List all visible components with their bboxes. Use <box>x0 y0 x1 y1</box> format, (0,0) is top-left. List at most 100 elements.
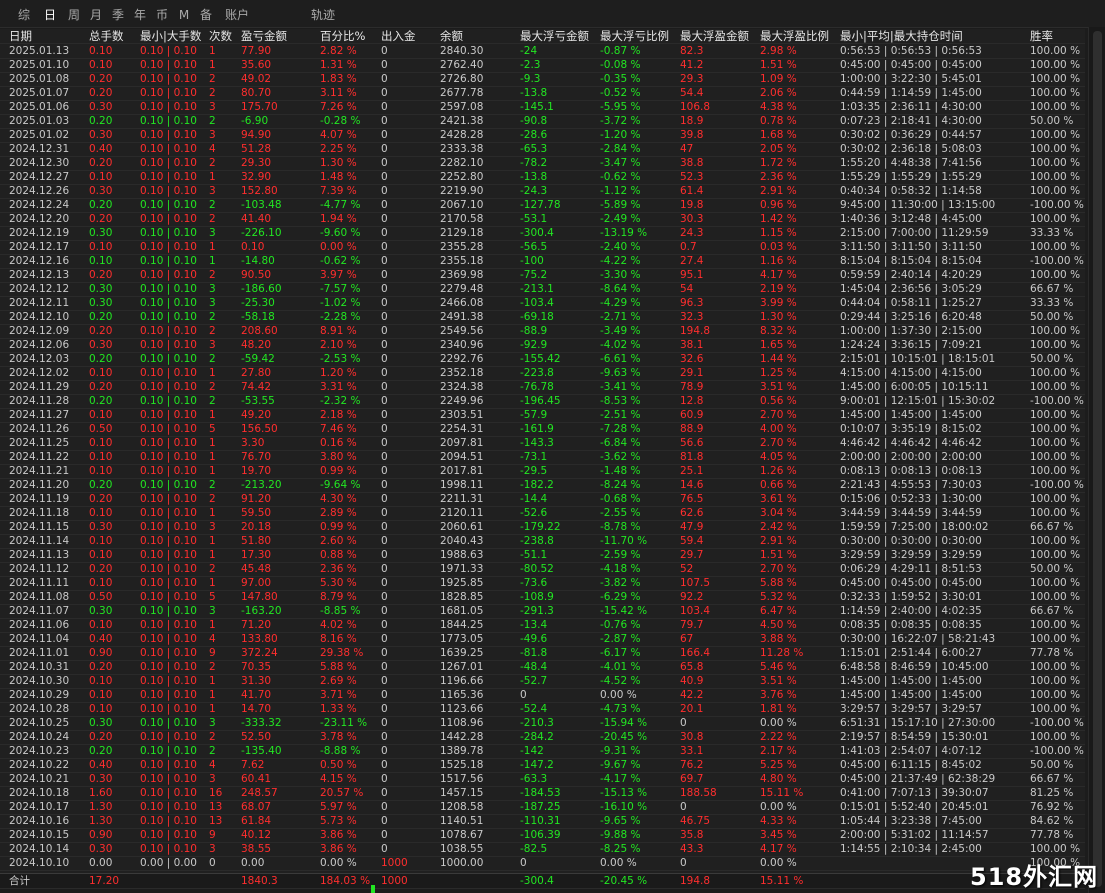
table-row[interactable]: 2024.11.01 0.90 0.10 | 0.10 9 372.24 29.38 % 0… <box>0 646 1085 661</box>
table-row[interactable]: 2024.10.25 0.30 0.10 | 0.10 3 -333.32 -23.11 … <box>0 716 1085 731</box>
table-row[interactable]: 2024.12.06 0.30 0.10 | 0.10 3 48.20 2.10 % 0 23… <box>0 338 1085 353</box>
table-cell: 0.20 <box>89 115 113 127</box>
tab-3[interactable]: 月 <box>86 0 106 27</box>
table-cell: 66.67 % <box>1030 773 1074 785</box>
column-header-8[interactable]: 最大浮亏金额 <box>520 29 598 43</box>
table-row[interactable]: 2024.10.23 0.20 0.10 | 0.10 2 -135.40 -8.88 %… <box>0 744 1085 759</box>
table-row[interactable]: 2024.10.14 0.30 0.10 | 0.10 3 38.55 3.86 % 0 10… <box>0 842 1085 857</box>
table-row[interactable]: 2025.01.08 0.20 0.10 | 0.10 2 49.02 1.83 % 0 27… <box>0 72 1085 87</box>
table-cell: 0:15:06 | 0:52:33 | 1:30:00 <box>840 493 982 505</box>
table-row[interactable]: 2024.10.10 0.00 0.00 | 0.00 0 0.00 0.00 % 1000… <box>0 856 1085 871</box>
table-row[interactable]: 2024.12.09 0.20 0.10 | 0.10 2 208.60 8.91 % 0 2… <box>0 324 1085 339</box>
tab-2[interactable]: 周 <box>64 0 84 27</box>
table-row[interactable]: 2024.12.24 0.20 0.10 | 0.10 2 -103.48 -4.77 %… <box>0 198 1085 213</box>
table-row[interactable]: 2024.11.13 0.10 0.10 | 0.10 1 17.30 0.88 % 0 19… <box>0 548 1085 563</box>
table-row[interactable]: 2024.12.11 0.30 0.10 | 0.10 3 -25.30 -1.02 % 0… <box>0 296 1085 311</box>
table-row[interactable]: 2024.12.16 0.10 0.10 | 0.10 1 -14.80 -0.62 % 0… <box>0 254 1085 269</box>
table-row[interactable]: 2024.10.22 0.40 0.10 | 0.10 4 7.62 0.50 % 0 152… <box>0 758 1085 773</box>
column-header-3[interactable]: 次数 <box>209 29 239 43</box>
table-row[interactable]: 2024.11.28 0.20 0.10 | 0.10 2 -53.55 -2.32 % 0… <box>0 394 1085 409</box>
table-row[interactable]: 2024.11.11 0.10 0.10 | 0.10 1 97.00 5.30 % 0 19… <box>0 576 1085 591</box>
table-row[interactable]: 2024.10.28 0.10 0.10 | 0.10 1 14.70 1.33 % 0 11… <box>0 702 1085 717</box>
column-header-2[interactable]: 最小|大手数 <box>140 29 208 43</box>
table-row[interactable]: 2024.11.29 0.20 0.10 | 0.10 2 74.42 3.31 % 0 23… <box>0 380 1085 395</box>
table-row[interactable]: 2024.11.22 0.10 0.10 | 0.10 1 76.70 3.80 % 0 20… <box>0 450 1085 465</box>
table-cell: 0.10 | 0.10 <box>140 451 197 463</box>
table-cell: 1828.85 <box>440 591 484 603</box>
column-header-13[interactable]: 胜率 <box>1030 29 1085 43</box>
table-row[interactable]: 2024.10.15 0.90 0.10 | 0.10 9 40.12 3.86 % 0 10… <box>0 828 1085 843</box>
column-header-5[interactable]: 百分比% <box>320 29 378 43</box>
table-row[interactable]: 2024.11.06 0.10 0.10 | 0.10 1 71.20 4.02 % 0 18… <box>0 618 1085 633</box>
table-row[interactable]: 2025.01.07 0.20 0.10 | 0.10 2 80.70 3.11 % 0 26… <box>0 86 1085 101</box>
column-header-10[interactable]: 最大浮盈金额 <box>680 29 758 43</box>
table-cell: 0 <box>381 129 388 141</box>
table-cell: -57.9 <box>520 409 548 421</box>
table-row[interactable]: 2024.10.24 0.20 0.10 | 0.10 2 52.50 3.78 % 0 14… <box>0 730 1085 745</box>
table-row[interactable]: 2024.11.08 0.50 0.10 | 0.10 5 147.80 8.79 % 0 1… <box>0 590 1085 605</box>
tab-4[interactable]: 季 <box>108 0 128 27</box>
table-row[interactable]: 2025.01.02 0.30 0.10 | 0.10 3 94.90 4.07 % 0 24… <box>0 128 1085 143</box>
column-header-7[interactable]: 余额 <box>440 29 518 43</box>
tab-5[interactable]: 年 <box>130 0 150 27</box>
table-row[interactable]: 2024.12.27 0.10 0.10 | 0.10 1 32.90 1.48 % 0 22… <box>0 170 1085 185</box>
table-row[interactable]: 2024.10.21 0.30 0.10 | 0.10 3 60.41 4.15 % 0 15… <box>0 772 1085 787</box>
column-header-1[interactable]: 总手数 <box>89 29 139 43</box>
vertical-scrollbar[interactable] <box>1088 27 1105 893</box>
table-row[interactable]: 2024.12.02 0.10 0.10 | 0.10 1 27.80 1.20 % 0 23… <box>0 366 1085 381</box>
table-row[interactable]: 2024.12.03 0.20 0.10 | 0.10 2 -59.42 -2.53 % 0… <box>0 352 1085 367</box>
table-cell: 0 <box>381 87 388 99</box>
table-row[interactable]: 2024.10.17 1.30 0.10 | 0.10 13 68.07 5.97 % 0 1… <box>0 800 1085 815</box>
table-cell: 2024.10.14 <box>9 843 70 855</box>
tab-9[interactable]: 账户 <box>220 0 254 27</box>
table-cell: 40.12 <box>241 829 272 841</box>
table-row[interactable]: 2024.10.16 1.30 0.10 | 0.10 13 61.84 5.73 % 0 1… <box>0 814 1085 829</box>
tab-0[interactable]: 综 <box>14 0 34 27</box>
table-row[interactable]: 2024.12.19 0.30 0.10 | 0.10 3 -226.10 -9.60 %… <box>0 226 1085 241</box>
table-row[interactable]: 2024.12.12 0.30 0.10 | 0.10 3 -186.60 -7.57 %… <box>0 282 1085 297</box>
table-row[interactable]: 2024.12.17 0.10 0.10 | 0.10 1 0.10 0.00 % 0 235… <box>0 240 1085 255</box>
table-row[interactable]: 2025.01.03 0.20 0.10 | 0.10 2 -6.90 -0.28 % 0 2… <box>0 114 1085 129</box>
table-row[interactable]: 2024.12.10 0.20 0.10 | 0.10 2 -58.18 -2.28 % 0… <box>0 310 1085 325</box>
table-row[interactable]: 2024.12.20 0.20 0.10 | 0.10 2 41.40 1.94 % 0 21… <box>0 212 1085 227</box>
table-row[interactable]: 2024.11.19 0.20 0.10 | 0.10 2 91.20 4.30 % 0 22… <box>0 492 1085 507</box>
table-row[interactable]: 2025.01.06 0.30 0.10 | 0.10 3 175.70 7.26 % 0 2… <box>0 100 1085 115</box>
table-row[interactable]: 2024.11.18 0.10 0.10 | 0.10 1 59.50 2.89 % 0 21… <box>0 506 1085 521</box>
table-row[interactable]: 2024.10.29 0.10 0.10 | 0.10 1 41.70 3.71 % 0 11… <box>0 688 1085 703</box>
table-row[interactable]: 2024.10.31 0.20 0.10 | 0.10 2 70.35 5.88 % 0 12… <box>0 660 1085 675</box>
column-header-9[interactable]: 最大浮亏比例 <box>600 29 678 43</box>
table-cell: 1 <box>209 549 216 561</box>
table-row[interactable]: 2024.11.04 0.40 0.10 | 0.10 4 133.80 8.16 % 0 1… <box>0 632 1085 647</box>
table-row[interactable]: 2024.11.14 0.10 0.10 | 0.10 1 51.80 2.60 % 0 20… <box>0 534 1085 549</box>
table-row[interactable]: 2024.12.13 0.20 0.10 | 0.10 2 90.50 3.97 % 0 23… <box>0 268 1085 283</box>
table-row[interactable]: 2024.11.27 0.10 0.10 | 0.10 1 49.20 2.18 % 0 23… <box>0 408 1085 423</box>
table-cell: -0.62 % <box>320 255 361 267</box>
table-row[interactable]: 2024.12.26 0.30 0.10 | 0.10 3 152.80 7.39 % 0 2… <box>0 184 1085 199</box>
table-row[interactable]: 2024.11.15 0.30 0.10 | 0.10 3 20.18 0.99 % 0 20… <box>0 520 1085 535</box>
tab-8[interactable]: 备 <box>196 0 216 27</box>
table-row[interactable]: 2024.11.26 0.50 0.10 | 0.10 5 156.50 7.46 % 0 2… <box>0 422 1085 437</box>
tab-1[interactable]: 日 <box>40 0 60 27</box>
column-header-6[interactable]: 出入金 <box>381 29 439 43</box>
table-row[interactable]: 2024.10.30 0.10 0.10 | 0.10 1 31.30 2.69 % 0 11… <box>0 674 1085 689</box>
table-row[interactable]: 2024.11.07 0.30 0.10 | 0.10 3 -163.20 -8.85 %… <box>0 604 1085 619</box>
table-row[interactable]: 2024.11.25 0.10 0.10 | 0.10 1 3.30 0.16 % 0 209… <box>0 436 1085 451</box>
table-row[interactable]: 2024.11.20 0.20 0.10 | 0.10 2 -213.20 -9.64 %… <box>0 478 1085 493</box>
table-row[interactable]: 2025.01.10 0.10 0.10 | 0.10 1 35.60 1.31 % 0 27… <box>0 58 1085 73</box>
table-row[interactable]: 2024.12.31 0.40 0.10 | 0.10 4 51.28 2.25 % 0 23… <box>0 142 1085 157</box>
tab-10[interactable]: 轨迹 <box>308 0 338 27</box>
table-row[interactable]: 2025.01.13 0.10 0.10 | 0.10 1 77.90 2.82 % 0 28… <box>0 44 1085 59</box>
table-cell: -155.42 <box>520 353 561 365</box>
table-row[interactable]: 2024.11.21 0.10 0.10 | 0.10 1 19.70 0.99 % 0 20… <box>0 464 1085 479</box>
table-row[interactable]: 2024.12.30 0.20 0.10 | 0.10 2 29.30 1.30 % 0 22… <box>0 156 1085 171</box>
column-header-12[interactable]: 最小|平均|最大持仓时间 <box>840 29 1028 43</box>
tab-6[interactable]: 币 <box>152 0 172 27</box>
table-cell: 2024.12.02 <box>9 367 70 379</box>
column-header-4[interactable]: 盈亏金额 <box>241 29 319 43</box>
column-header-0[interactable]: 日期 <box>9 29 87 43</box>
tab-7[interactable]: M <box>176 0 192 27</box>
table-row[interactable]: 2024.10.18 1.60 0.10 | 0.10 16 248.57 20.57 %… <box>0 786 1085 801</box>
scrollbar-thumb[interactable] <box>1093 31 1102 887</box>
table-row[interactable]: 2024.11.12 0.20 0.10 | 0.10 2 45.48 2.36 % 0 19… <box>0 562 1085 577</box>
column-header-11[interactable]: 最大浮盈比例 <box>760 29 838 43</box>
